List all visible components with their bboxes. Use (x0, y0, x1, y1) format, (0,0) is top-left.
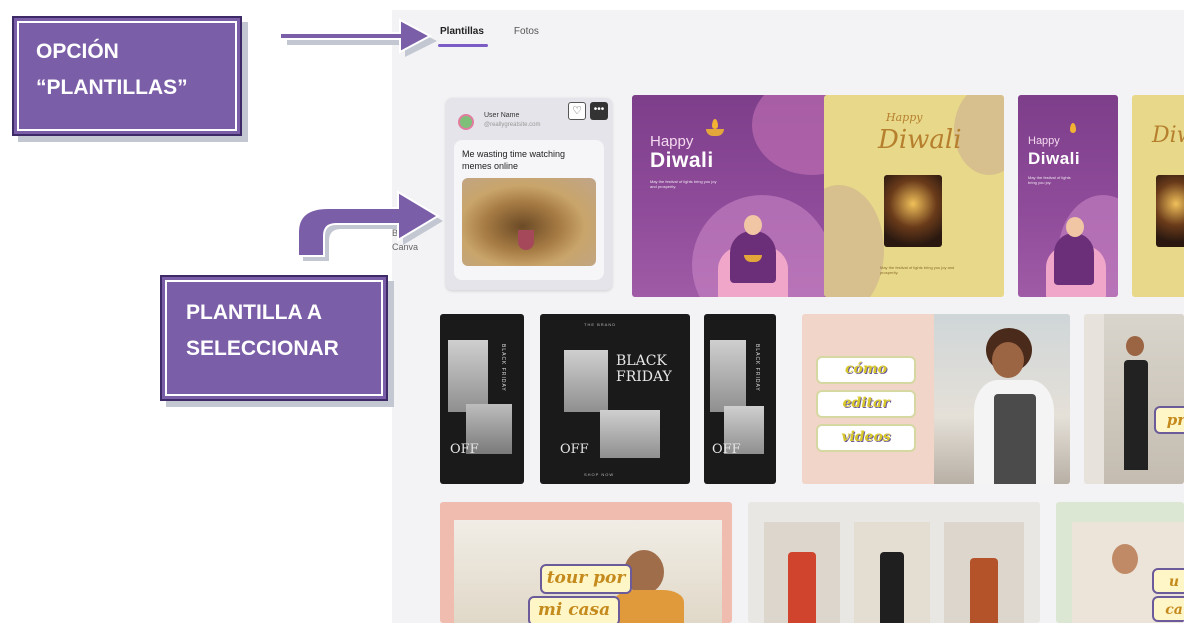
woman-head (1066, 217, 1084, 237)
bf-header-text: THE BRAND (584, 322, 617, 327)
model-photo (764, 522, 840, 623)
template-user-handle: @reallygreatsite.com (484, 122, 541, 128)
callout-line1: OPCIÓN (36, 40, 119, 63)
woman-head (744, 215, 762, 235)
diwali-title: Diwali (650, 149, 714, 172)
arrow-to-plantillas-icon (279, 18, 437, 57)
template-card-diwali-4[interactable]: Diwa (1132, 95, 1184, 297)
person-face (992, 342, 1024, 378)
bf-off-text: OFF (712, 442, 741, 457)
model-photo (564, 350, 608, 412)
template-card-memes[interactable]: User Name @reallygreatsite.com ♡ ••• Me … (446, 98, 612, 290)
flame-icon (1070, 123, 1076, 133)
partial-pill-1: u (1152, 568, 1184, 594)
person-face (1126, 336, 1144, 356)
callout-opcion-plantillas: OPCIÓN “PLANTILLAS” (12, 16, 242, 136)
candles-photo (884, 175, 942, 247)
lamp-icon (706, 129, 724, 136)
diwali-happy-text: Happy (1028, 135, 1060, 147)
person-face (1112, 544, 1138, 574)
tab-fotos[interactable]: Fotos (514, 26, 539, 45)
canva-templates-panel: Plantillas Fotos Bling + Canva User Name… (392, 0, 1184, 623)
template-card-diwali-1[interactable]: Happy Diwali May the festival of lights … (632, 95, 838, 297)
rust-outfit (970, 558, 998, 623)
panel-top-strip (392, 0, 1184, 10)
diwali-title: Diwali (1028, 149, 1081, 168)
template-card-black-friday-2[interactable]: THE BRAND BLACK FRIDAY OFF SHOP NOW (540, 314, 690, 484)
template-card-partial-bottom[interactable]: u ca (1056, 502, 1184, 623)
template-post-text: Me wasting time watching memes online (462, 149, 566, 171)
black-jumpsuit (880, 552, 904, 623)
callout-line2: SELECCIONAR (186, 337, 339, 360)
diwali-title: Diwali (878, 125, 962, 155)
pill-videos: videos (816, 424, 916, 452)
woman-figure (1054, 233, 1094, 285)
partial-pill: pr (1154, 406, 1184, 434)
flame-icon (712, 119, 718, 129)
template-card-tour-casa[interactable]: tour por mi casa (440, 502, 732, 623)
candles-photo (1156, 175, 1184, 247)
diwali-small-copy: May the festival of lights bring you joy… (1028, 175, 1071, 185)
template-post-box: Me wasting time watching memes online (454, 140, 604, 280)
diwali-small-copy: May the festival of lights bring you joy… (650, 179, 717, 189)
template-card-editar-videos[interactable]: cómo editar videos (802, 314, 1070, 484)
diwali-happy-text: Happy (650, 133, 694, 150)
vertical-label: BLACK FRIDAY (500, 344, 506, 392)
bf-title-line2: FRIDAY (616, 369, 672, 385)
heart-icon[interactable]: ♡ (568, 102, 586, 120)
template-card-diwali-2[interactable]: Happy Diwali May the festival of lights … (824, 95, 1004, 297)
diwali-happy-text: Happy (886, 111, 923, 124)
arrow-to-template-icon (297, 190, 443, 261)
diwali-small-copy: May the festival of lights bring you joy… (880, 265, 955, 275)
partial-pill-2: ca (1152, 596, 1184, 622)
red-dress (788, 552, 816, 623)
apron (994, 394, 1036, 484)
template-user-name: User Name (484, 112, 520, 119)
vertical-label: BLACK FRIDAY (754, 344, 760, 392)
bf-off-text: OFF (450, 442, 479, 457)
diwali-title: Diwa (1152, 123, 1184, 148)
model-photo (944, 522, 1024, 623)
model-photo (448, 340, 488, 412)
template-card-black-friday-3[interactable]: BLACK FRIDAY OFF (704, 314, 776, 484)
callout-line2: “PLANTILLAS” (36, 76, 188, 99)
pill-como: cómo (816, 356, 916, 384)
person-outfit (1124, 360, 1148, 470)
callout-line1: PLANTILLA A (186, 301, 323, 324)
avatar (458, 114, 474, 130)
tour-line1: tour por (540, 564, 632, 594)
pill-editar: editar (816, 390, 916, 418)
model-photo (600, 410, 660, 458)
person-photo (1104, 314, 1184, 484)
template-card-fashion[interactable] (748, 502, 1040, 623)
person-photo (934, 314, 1070, 484)
callout-plantilla-seleccionar: PLANTILLA A SELECCIONAR (160, 275, 388, 401)
bf-off-text: OFF (560, 442, 589, 457)
template-card-black-friday-1[interactable]: BLACK FRIDAY OFF (440, 314, 524, 484)
more-icon[interactable]: ••• (590, 102, 608, 120)
model-photo (854, 522, 930, 623)
lion-photo (462, 178, 596, 266)
person-shirt (614, 590, 684, 623)
decor-blob (824, 185, 884, 297)
bf-footer-text: SHOP NOW (584, 472, 615, 477)
template-card-diwali-3[interactable]: Happy Diwali May the festival of lights … (1018, 95, 1118, 297)
tour-line2: mi casa (528, 596, 620, 623)
bf-title-line1: BLACK (616, 353, 667, 369)
lion-mouth (518, 230, 534, 250)
tab-bar: Plantillas Fotos (438, 26, 539, 47)
template-card-partial[interactable]: pr (1084, 314, 1184, 484)
model-photo (710, 340, 746, 412)
